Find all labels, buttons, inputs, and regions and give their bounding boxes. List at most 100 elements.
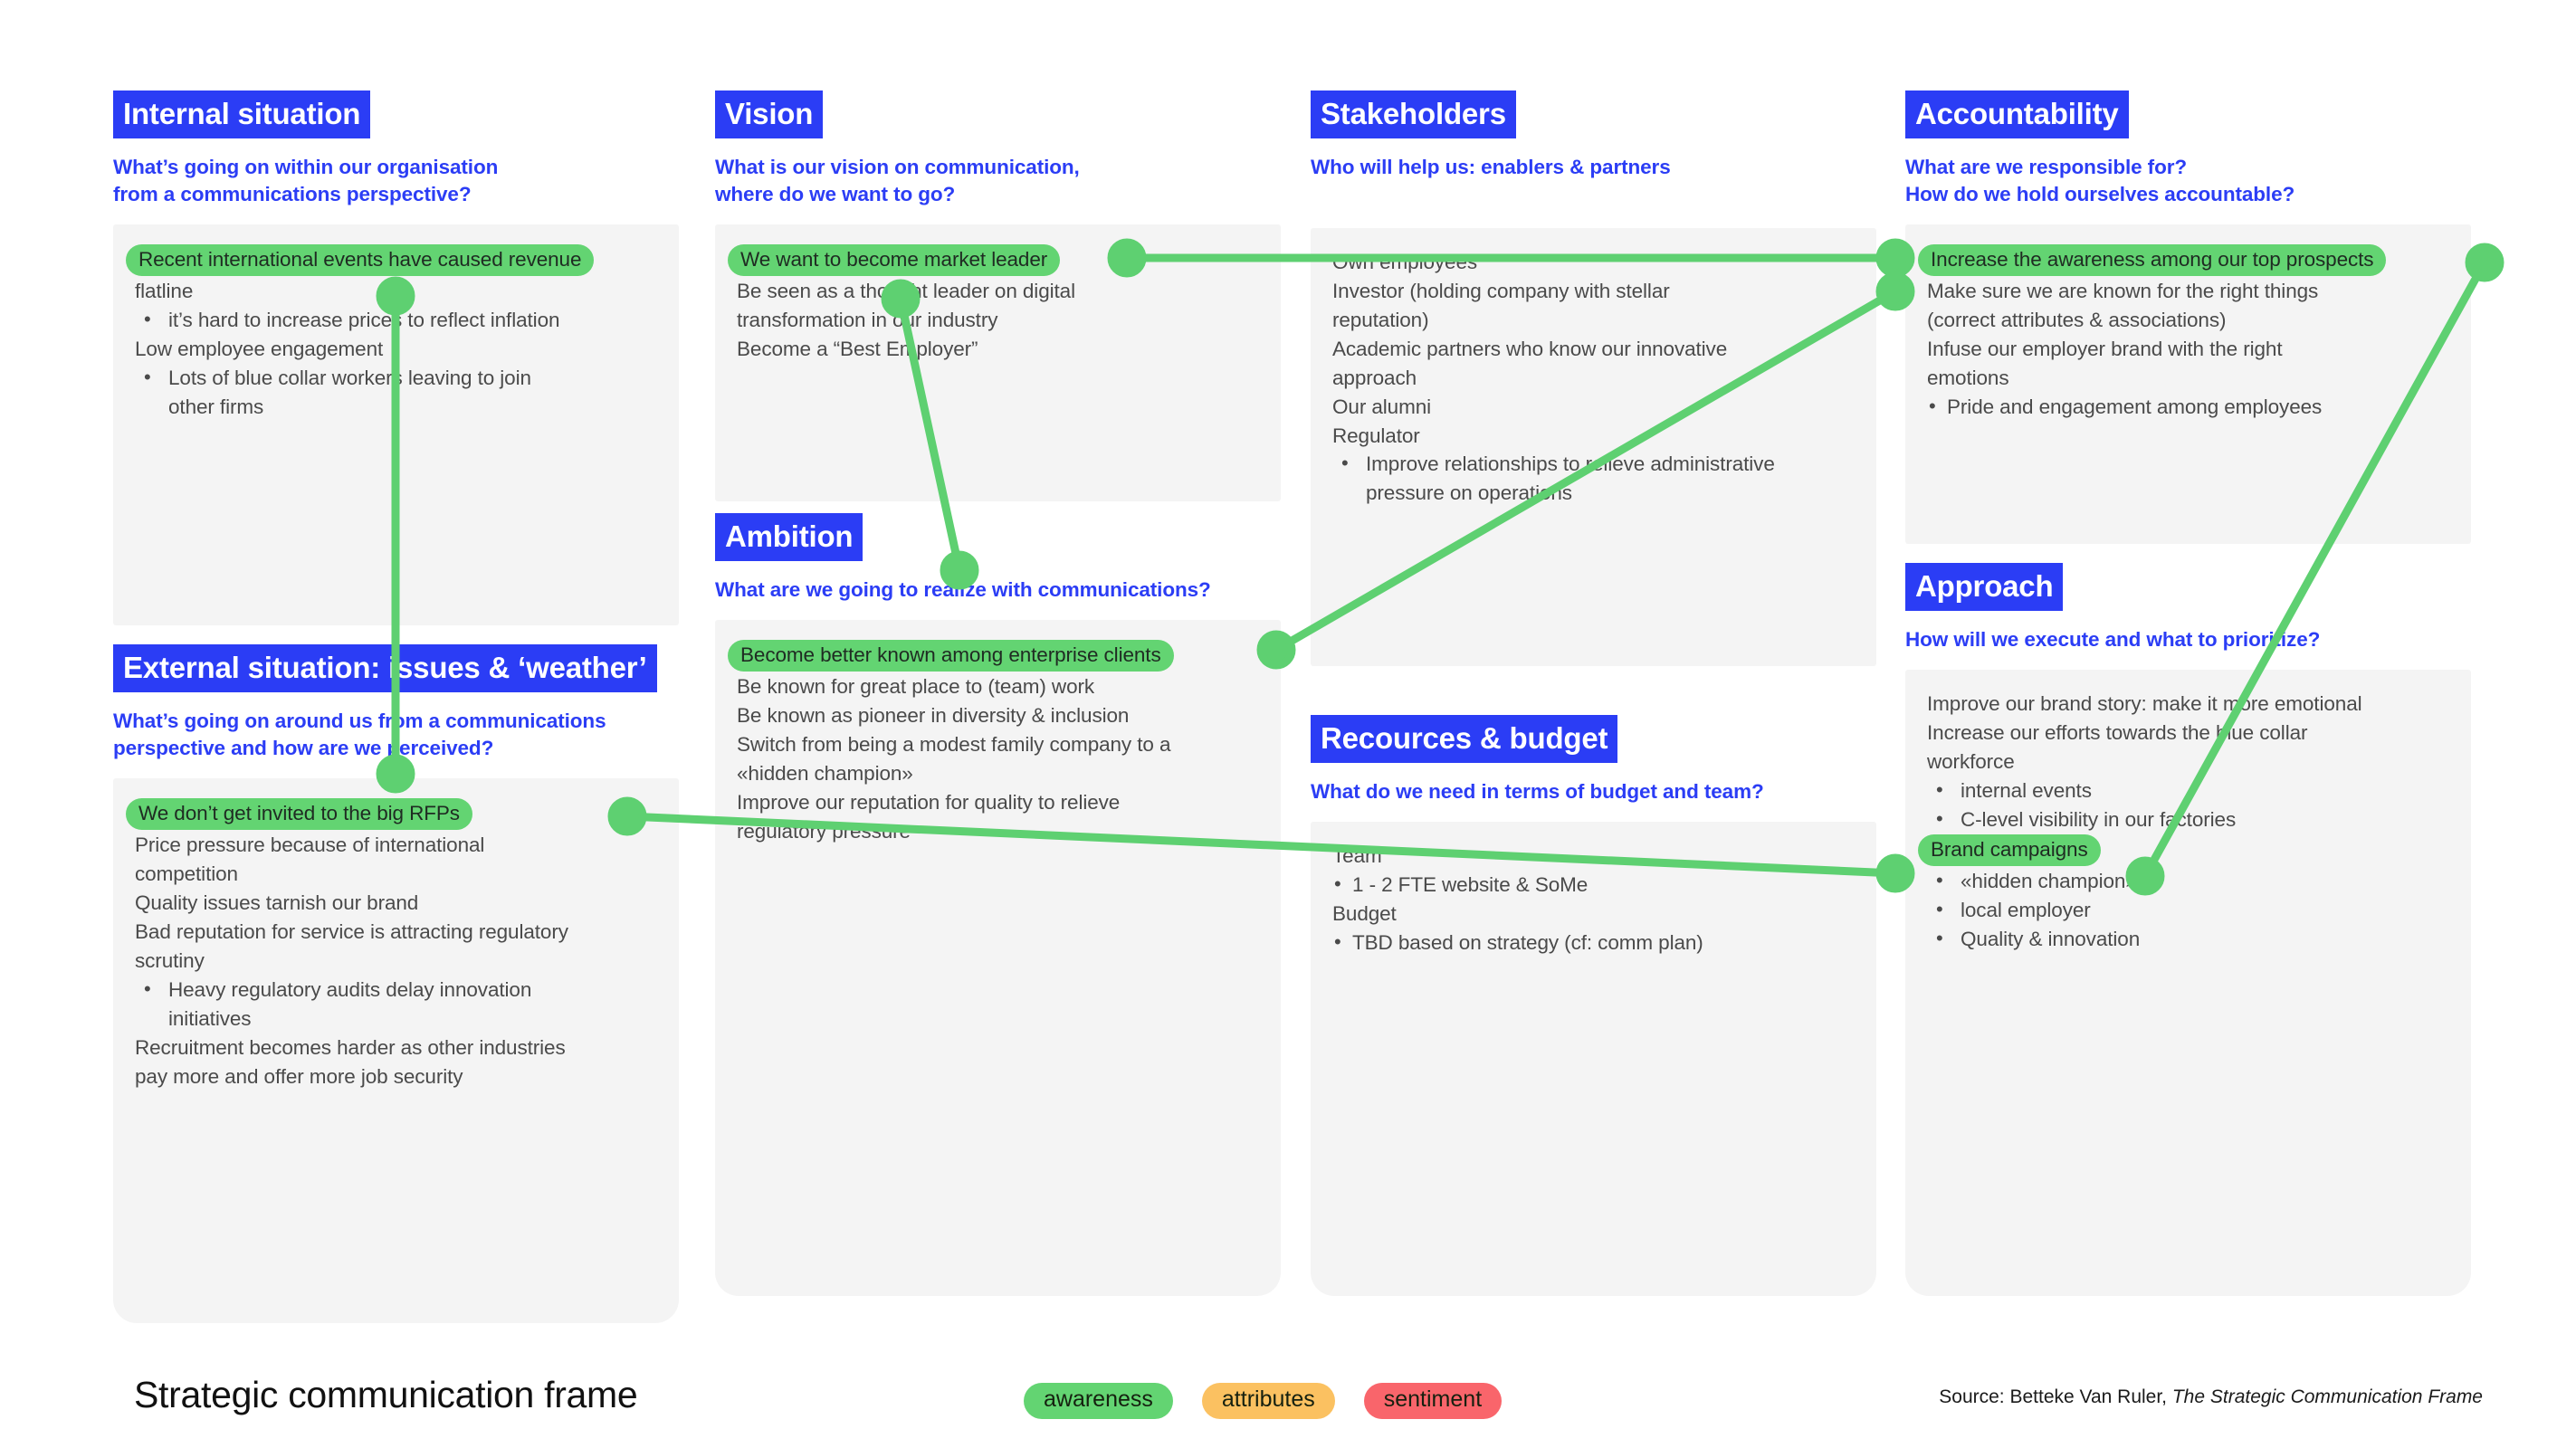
body-line: Switch from being a modest family compan…	[737, 733, 1171, 757]
question-line: Who will help us: enablers & partners	[1311, 156, 1671, 178]
panel-question-vision: What is our vision on communication, wher…	[715, 154, 1281, 208]
panel-question-ambition: What are we going to realize with commun…	[715, 576, 1281, 604]
panel-external-situation: External situation: issues & ‘weather’ W…	[113, 644, 679, 1323]
panel-body-approach: Improve our brand story: make it more em…	[1905, 669, 2471, 1296]
body-line: Infuse our employer brand with the right	[1927, 337, 2283, 360]
panel-ambition: Ambition What are we going to realize wi…	[715, 513, 1281, 1296]
panel-stakeholders: Stakeholders Who will help us: enablers …	[1311, 90, 1876, 666]
body-line: Become a “Best Employer”	[737, 337, 978, 360]
body-line: Improve our reputation for quality to re…	[737, 790, 1121, 814]
highlight-pill[interactable]: Recent international events have caused …	[126, 243, 595, 277]
body-line: initiatives	[168, 1006, 252, 1030]
body-line: Bad reputation for service is attracting…	[135, 919, 568, 943]
body-line: 1 - 2 FTE website & SoMe	[1332, 870, 1855, 900]
page-title: Strategic communication frame	[134, 1374, 638, 1415]
body-line: Pride and engagement among employees	[1927, 392, 2449, 422]
body-line-highlight: Become better known among enterprise cli…	[728, 639, 1259, 672]
panel-approach: Approach How will we execute and what to…	[1905, 563, 2471, 1296]
strategic-communication-frame-canvas: Internal situation What’s going on withi…	[0, 0, 2576, 1448]
highlight-pill[interactable]: Increase the awareness among our top pro…	[1918, 243, 2387, 277]
body-line: Improve relationships to relieve adminis…	[1332, 449, 1855, 479]
body-line: Recruitment becomes harder as other indu…	[135, 1035, 566, 1059]
source-attribution: Source: Betteke Van Ruler, The Strategic…	[1939, 1386, 2483, 1408]
panel-title-approach: Approach	[1905, 563, 2064, 611]
connector-endpoint	[2465, 243, 2504, 282]
body-line: Quality issues tarnish our brand	[135, 891, 419, 914]
panel-question-resources-budget: What do we need in terms of budget and t…	[1311, 778, 1876, 805]
panel-body-stakeholders: Own employees Investor (holding company w…	[1311, 227, 1876, 666]
legend-pill-awareness[interactable]: awareness	[1024, 1383, 1173, 1419]
highlight-pill[interactable]: Brand campaigns	[1918, 834, 2101, 866]
panel-body-resources-budget: Team 1 - 2 FTE website & SoMeBudget TBD ba…	[1311, 821, 1876, 1296]
body-line-highlight: We want to become market leader	[728, 243, 1259, 277]
panel-accountability: Accountability What are we responsible f…	[1905, 90, 2471, 544]
panel-question-external-situation: What’s going on around us from a communi…	[113, 708, 679, 762]
body-line: Investor (holding company with stellar	[1332, 279, 1670, 302]
body-line: other firms	[168, 395, 264, 418]
legend: awareness attributes sentiment	[1024, 1383, 1503, 1419]
body-line: Heavy regulatory audits delay innovation	[135, 975, 657, 1005]
body-line: pressure on operations	[1366, 481, 1572, 505]
question-line: perspective and how are we perceived?	[113, 736, 494, 759]
body-line: Be known as pioneer in diversity & inclu…	[737, 704, 1130, 728]
body-line: flatline	[135, 280, 194, 303]
body-line: pay more and offer more job security	[135, 1064, 463, 1088]
body-line: local employer	[1927, 895, 2449, 925]
question-line: How do we hold ourselves accountable?	[1905, 182, 2295, 205]
panel-question-internal-situation: What’s going on within our organisation f…	[113, 154, 679, 208]
panel-title-ambition: Ambition	[715, 513, 863, 561]
body-line: approach	[1332, 366, 1417, 389]
body-line: Be known for great place to (team) work	[737, 675, 1095, 699]
panel-body-external-situation: We don’t get invited to the big RFPs Pric…	[113, 777, 679, 1323]
panel-question-stakeholders: Who will help us: enablers & partners	[1311, 154, 1876, 181]
body-line: workforce	[1927, 749, 2015, 773]
body-line: Make sure we are known for the right thi…	[1927, 280, 2319, 303]
body-line: Academic partners who know our innovativ…	[1332, 337, 1728, 360]
panel-question-approach: How will we execute and what to prioriti…	[1905, 626, 2471, 653]
panel-body-vision: We want to become market leader Be seen a…	[715, 224, 1281, 501]
highlight-pill[interactable]: We want to become market leader	[728, 243, 1061, 277]
panel-title-accountability: Accountability	[1905, 90, 2129, 138]
highlight-pill[interactable]: Become better known among enterprise cli…	[728, 639, 1174, 672]
body-line-highlight: Brand campaigns	[1918, 834, 2449, 867]
panel-title-vision: Vision	[715, 90, 824, 138]
question-line: What are we going to realize with commun…	[715, 578, 1211, 601]
panel-title-stakeholders: Stakeholders	[1311, 90, 1516, 138]
body-line: transformation in our industry	[737, 309, 998, 332]
body-line: Budget	[1332, 901, 1397, 925]
body-line: Improve our brand story: make it more em…	[1927, 691, 2362, 715]
body-line: Be seen as a thought leader on digital	[737, 280, 1075, 303]
body-line: Our alumni	[1332, 395, 1432, 418]
body-line: it’s hard to increase prices to reflect …	[135, 305, 657, 335]
body-line: (correct attributes & associations)	[1927, 309, 2227, 332]
body-line: regulatory pressure	[737, 819, 911, 843]
panel-title-internal-situation: Internal situation	[113, 90, 371, 138]
question-line: where do we want to go?	[715, 182, 956, 205]
body-line: «hidden champion»	[1927, 866, 2449, 896]
body-line-highlight: We don’t get invited to the big RFPs	[126, 797, 657, 831]
question-line: from a communications perspective?	[113, 182, 472, 205]
body-line: competition	[135, 862, 238, 886]
question-line: What are we responsible for?	[1905, 156, 2188, 178]
body-line: «hidden champion»	[737, 761, 913, 785]
panel-title-external-situation: External situation: issues & ‘weather’	[113, 644, 657, 692]
question-line: What’s going on around us from a communi…	[113, 710, 606, 732]
highlight-pill[interactable]: We don’t get invited to the big RFPs	[126, 797, 472, 831]
column-accountability-approach: Accountability What are we responsible f…	[1905, 0, 2471, 1448]
body-line: Increase our efforts towards the blue co…	[1927, 720, 2308, 744]
question-line: How will we execute and what to prioriti…	[1905, 628, 2321, 651]
column-vision-ambition: Vision What is our vision on communicati…	[715, 0, 1281, 1448]
body-line: Quality & innovation	[1927, 924, 2449, 954]
source-prefix: Source: Betteke Van Ruler,	[1939, 1386, 2172, 1407]
question-line: What is our vision on communication,	[715, 156, 1080, 178]
column-situation: Internal situation What’s going on withi…	[113, 0, 679, 1448]
panel-body-accountability: Increase the awareness among our top pro…	[1905, 224, 2471, 544]
body-line-highlight: Increase the awareness among our top pro…	[1918, 243, 2449, 277]
question-line: What do we need in terms of budget and t…	[1311, 780, 1764, 803]
legend-pill-sentiment[interactable]: sentiment	[1363, 1383, 1503, 1419]
body-line: C-level visibility in our factories	[1927, 805, 2449, 834]
body-line: Team	[1332, 843, 1382, 867]
body-line: Price pressure because of international	[135, 834, 485, 857]
legend-pill-attributes[interactable]: attributes	[1201, 1383, 1335, 1419]
panel-internal-situation: Internal situation What’s going on withi…	[113, 90, 679, 625]
